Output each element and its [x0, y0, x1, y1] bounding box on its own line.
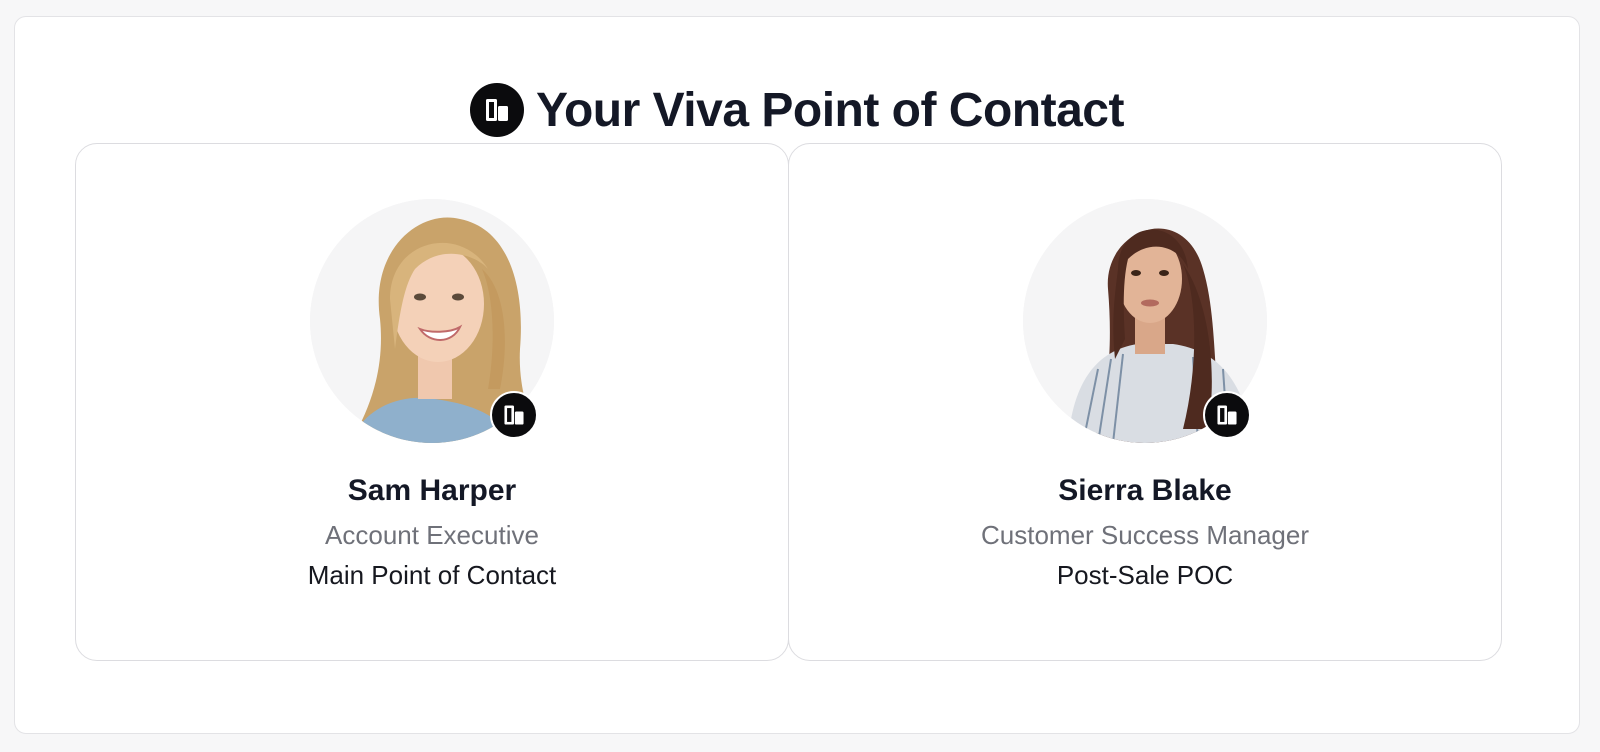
viva-badge-icon: [1203, 391, 1251, 439]
viva-badge-icon: [490, 391, 538, 439]
page-title: Your Viva Point of Contact: [536, 83, 1124, 137]
avatar-container: [1023, 199, 1267, 443]
contact-job-title: Customer Success Manager: [980, 520, 1310, 550]
viva-logo-icon: [470, 83, 525, 137]
avatar-container: [310, 199, 554, 443]
contact-role: Main Point of Contact: [307, 560, 557, 590]
contact-name: Sierra Blake: [1058, 474, 1232, 507]
contact-name: Sam Harper: [347, 474, 517, 507]
contact-role: Post-Sale POC: [1056, 560, 1234, 590]
contact-card: Sierra Blake Customer Success Manager Po…: [788, 143, 1502, 661]
contact-job-title: Account Executive: [325, 520, 539, 550]
contact-panel: Your Viva Point of Contact Sam Harper Ac…: [14, 16, 1580, 734]
page-heading: Your Viva Point of Contact: [15, 79, 1579, 141]
contact-card: Sam Harper Account Executive Main Point …: [75, 143, 789, 661]
